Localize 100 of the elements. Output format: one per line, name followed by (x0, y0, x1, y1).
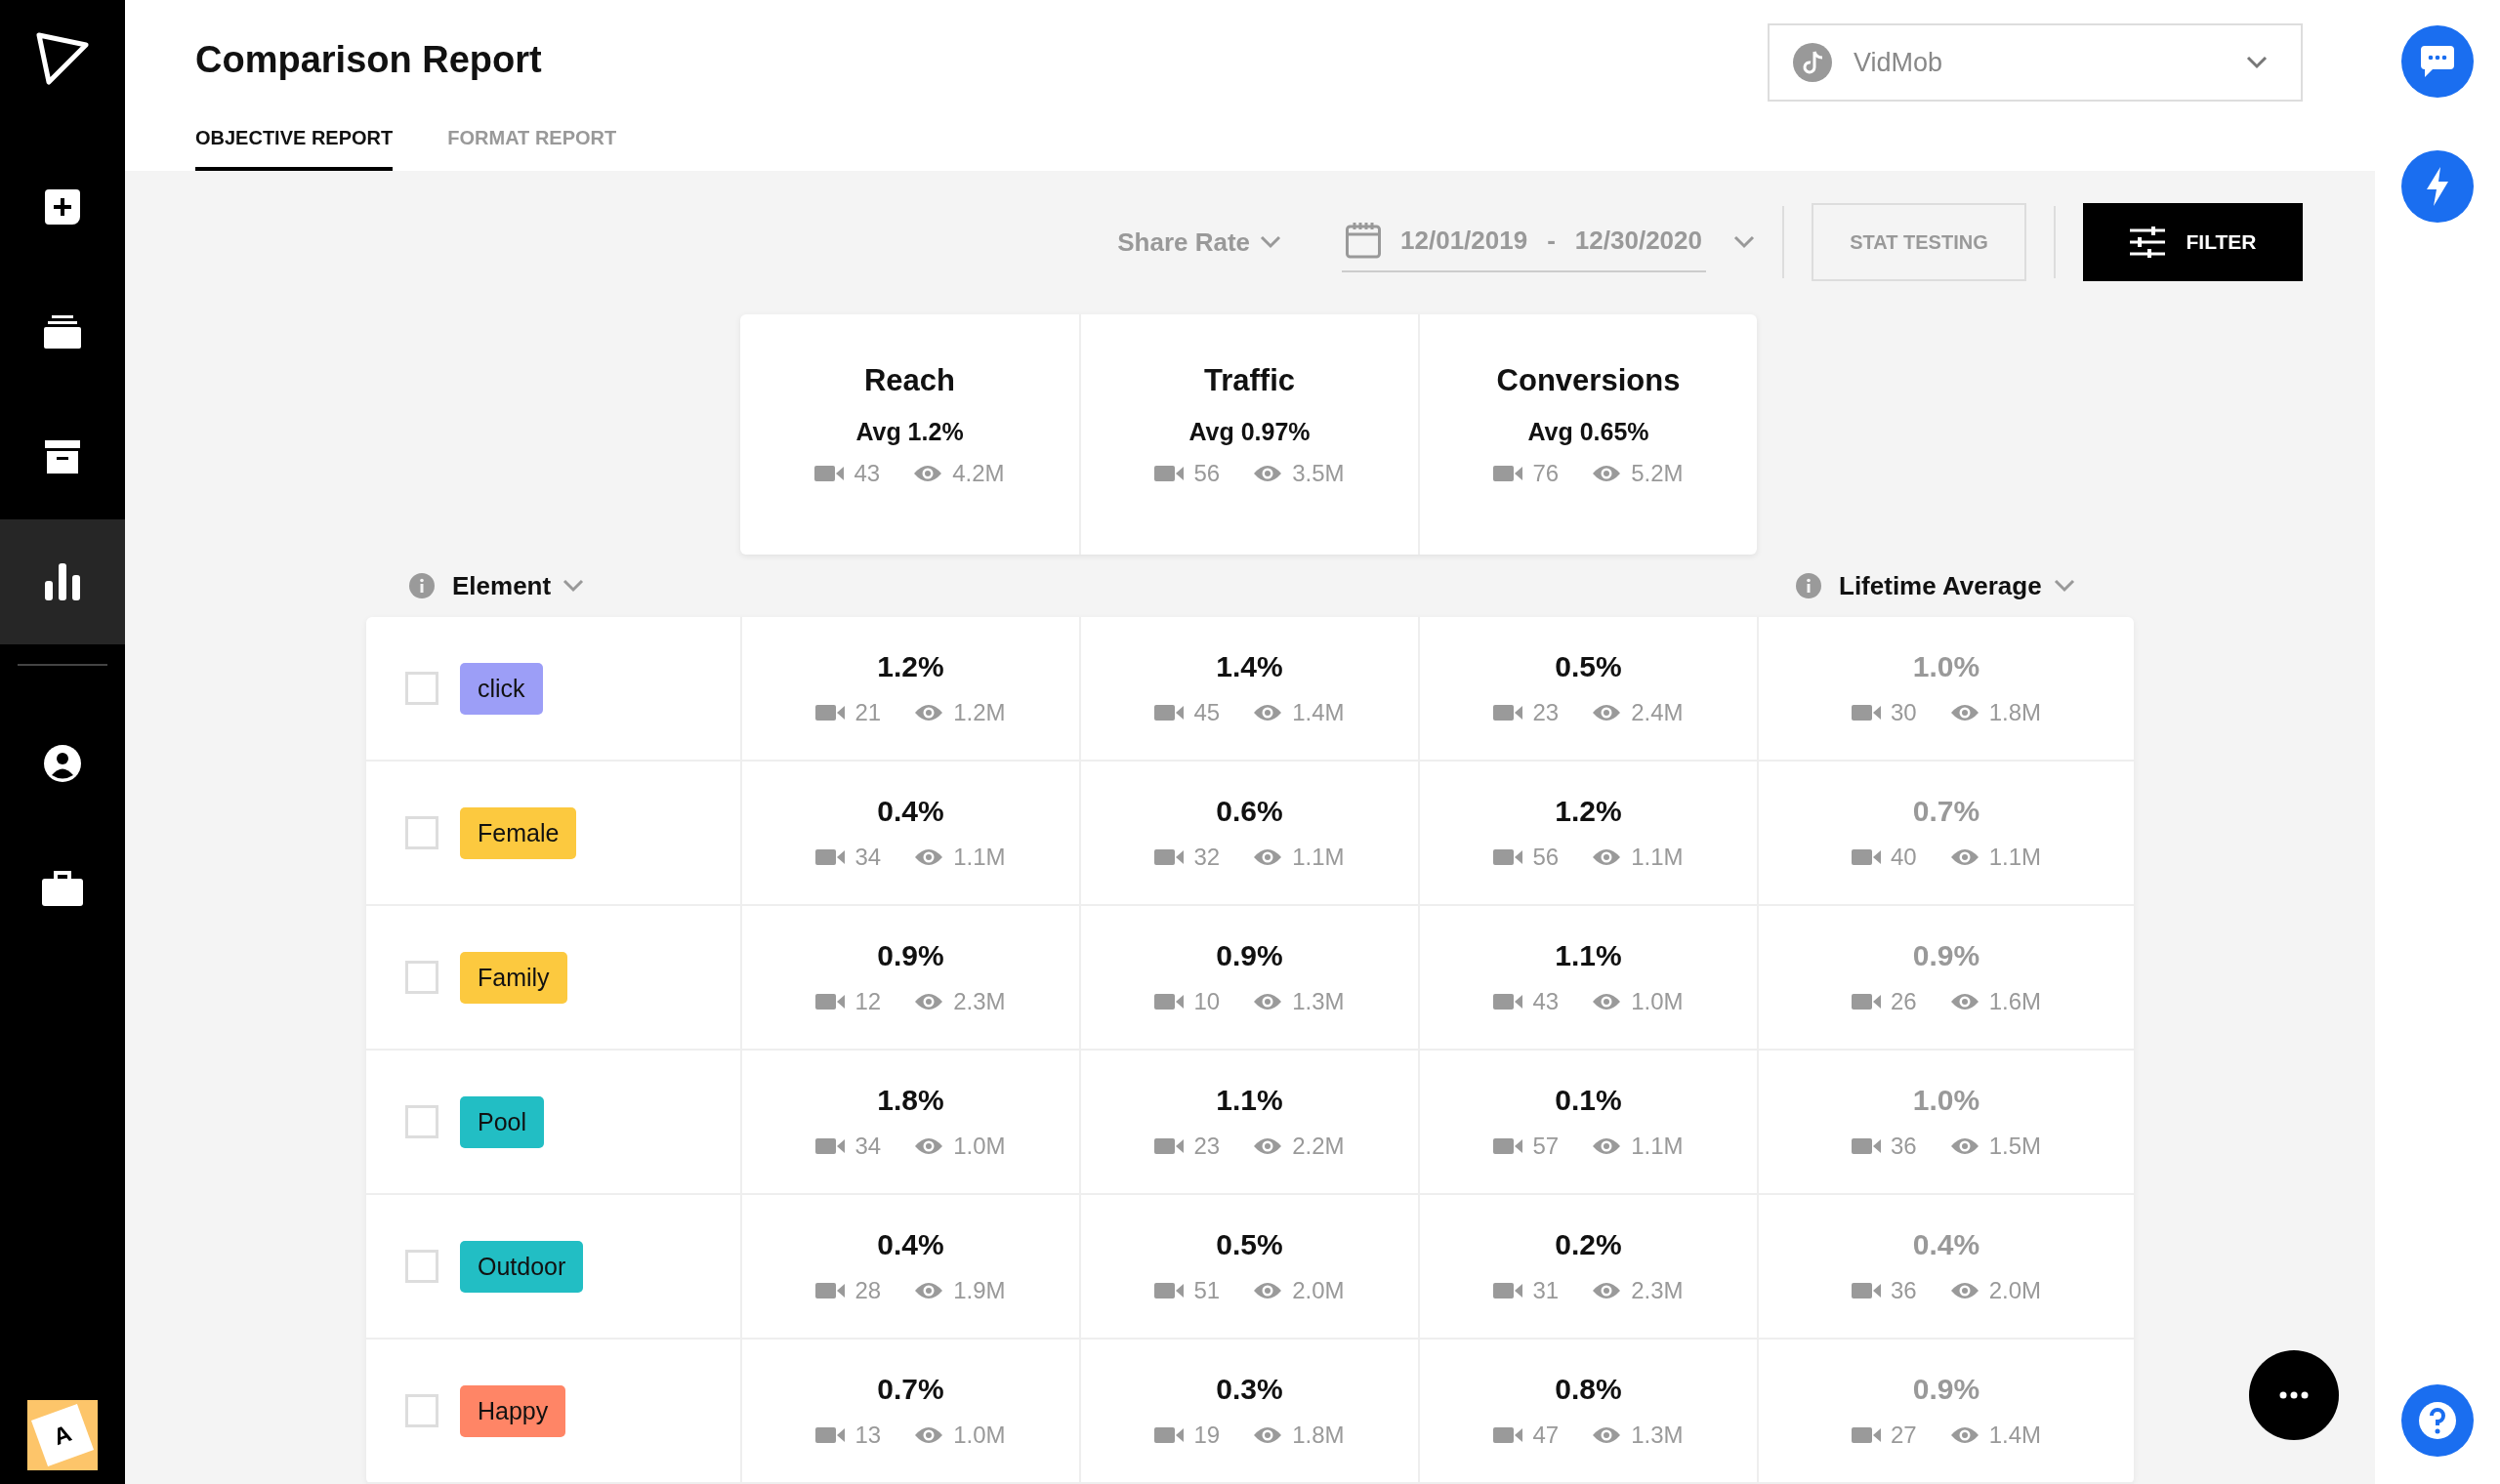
view-count: 3.5M (1292, 460, 1345, 487)
eye-icon (1253, 464, 1283, 483)
row-checkbox[interactable] (405, 1105, 438, 1138)
info-icon[interactable] (409, 573, 435, 598)
filter-button[interactable]: FILTER (2083, 203, 2303, 281)
video-camera-icon (1154, 992, 1185, 1011)
metric-value: 0.4% (877, 795, 944, 828)
video-count: 10 (1193, 988, 1221, 1015)
eye-icon (1949, 703, 1979, 722)
eye-icon (1253, 703, 1283, 722)
view-count: 2.0M (1988, 1277, 2042, 1304)
metric-value: 0.3% (1216, 1373, 1283, 1406)
element-tag: Family (460, 951, 567, 1004)
video-count: 23 (1193, 1133, 1221, 1160)
metric-value: 0.2% (1555, 1228, 1622, 1261)
video-camera-icon (1851, 992, 1881, 1011)
stack-icon (44, 315, 81, 349)
view-count: 1.1M (1631, 1133, 1684, 1160)
video-camera-icon (815, 847, 846, 867)
date-end: 12/30/2020 (1574, 225, 1702, 256)
video-camera-icon (1493, 703, 1523, 722)
video-count: 56 (1532, 844, 1560, 871)
video-count: 21 (854, 699, 882, 726)
eye-icon (1592, 703, 1622, 722)
video-count: 26 (1890, 988, 1917, 1015)
music-note-icon (1793, 43, 1832, 82)
lightning-icon (2425, 167, 2450, 206)
element-tag: click (460, 662, 543, 715)
view-count: 1.2M (953, 699, 1006, 726)
view-count: 1.9M (953, 1277, 1006, 1304)
metric-value: 0.9% (1216, 939, 1283, 972)
eye-icon (913, 464, 943, 483)
element-dropdown[interactable]: Element (452, 570, 585, 601)
view-count: 1.4M (1292, 699, 1345, 726)
video-count: 12 (854, 988, 882, 1015)
objective-average: Avg 0.65% (1527, 418, 1649, 446)
briefcase-icon (42, 871, 83, 906)
chevron-down-icon (1733, 235, 1755, 249)
eye-icon (1253, 1425, 1283, 1445)
eye-icon (1592, 1425, 1622, 1445)
eye-icon (1949, 847, 1979, 867)
page-title: Comparison Report (195, 39, 542, 81)
video-count: 23 (1532, 699, 1560, 726)
video-count: 34 (854, 844, 882, 871)
average-value: 1.0% (1912, 650, 1980, 683)
account-select[interactable]: VidMob (1768, 23, 2303, 102)
row-checkbox[interactable] (405, 961, 438, 994)
row-checkbox[interactable] (405, 1250, 438, 1283)
eye-icon (914, 847, 944, 867)
row-checkbox[interactable] (405, 816, 438, 849)
more-icon (2279, 1391, 2309, 1399)
chevron-down-icon (2246, 56, 2268, 69)
logo-icon[interactable] (35, 31, 90, 86)
eye-icon (1592, 1136, 1622, 1156)
view-count: 1.1M (953, 844, 1006, 871)
eye-icon (1592, 847, 1622, 867)
metric-value: 1.2% (877, 650, 944, 683)
view-count: 1.5M (1988, 1133, 2042, 1160)
video-camera-icon (1154, 464, 1185, 483)
video-camera-icon (1154, 847, 1185, 867)
chevron-down-icon (1260, 235, 1282, 249)
eye-icon (914, 1281, 944, 1300)
video-count: 28 (854, 1277, 882, 1304)
video-count: 27 (1890, 1422, 1917, 1449)
row-checkbox[interactable] (405, 1394, 438, 1427)
info-icon[interactable] (1796, 573, 1821, 598)
row-checkbox[interactable] (405, 672, 438, 705)
video-camera-icon (1493, 1136, 1523, 1156)
report-tab[interactable]: OBJECTIVE REPORT (195, 127, 394, 171)
metric-value: 0.5% (1555, 650, 1622, 683)
eye-icon (914, 1136, 944, 1156)
metric-value: 0.4% (877, 1228, 944, 1261)
eye-icon (1253, 1136, 1283, 1156)
video-count: 47 (1532, 1422, 1560, 1449)
video-camera-icon (1851, 1136, 1881, 1156)
objective-name: Reach (863, 363, 955, 398)
video-count: 31 (1532, 1277, 1560, 1304)
video-camera-icon (1154, 1281, 1185, 1300)
video-count: 43 (854, 460, 881, 487)
eye-icon (914, 703, 944, 722)
video-camera-icon (814, 464, 845, 483)
video-camera-icon (1493, 847, 1523, 867)
calendar-icon (1346, 222, 1382, 259)
lifetime-average-dropdown[interactable]: Lifetime Average (1839, 570, 2075, 601)
metric-value: 1.1% (1216, 1084, 1283, 1117)
view-count: 1.0M (953, 1422, 1006, 1449)
metric-value: 0.8% (1555, 1373, 1622, 1406)
video-count: 19 (1193, 1422, 1221, 1449)
nav-item[interactable] (0, 519, 125, 644)
video-count: 36 (1890, 1133, 1917, 1160)
video-count: 43 (1532, 988, 1560, 1015)
video-count: 13 (854, 1422, 882, 1449)
video-camera-icon (1851, 1425, 1881, 1445)
element-tag: Pool (460, 1095, 545, 1148)
view-count: 1.4M (1988, 1422, 2042, 1449)
video-camera-icon (815, 1136, 846, 1156)
chevron-down-icon (2053, 579, 2075, 593)
eye-icon (1253, 847, 1283, 867)
element-tag: Happy (460, 1384, 566, 1437)
view-count: 4.2M (952, 460, 1005, 487)
